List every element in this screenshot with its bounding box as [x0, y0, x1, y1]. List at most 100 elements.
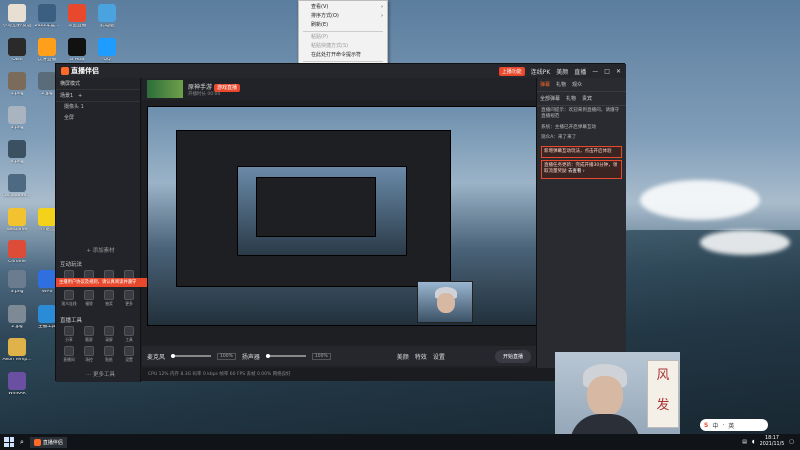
subtab-vip[interactable]: 贵宾 [582, 95, 592, 102]
windows-start-icon[interactable] [4, 437, 14, 447]
tab-scene-1[interactable]: 场景1 [60, 93, 73, 99]
desktop-icon-image [38, 270, 56, 288]
game-thumbnail[interactable] [147, 80, 183, 98]
desktop-icon-label: 58588899... [3, 194, 31, 198]
effects-button[interactable]: 特效 [415, 352, 427, 361]
subtab-gifts[interactable]: 礼物 [566, 95, 576, 102]
tool-icon [84, 326, 94, 336]
settings-button[interactable]: 设置 [433, 352, 445, 361]
source-item[interactable]: 全屏 [56, 113, 140, 124]
live-tools: 分享 截屏 录屏 工具直播间 场控 贴纸 设置 [60, 326, 138, 363]
chat-panel: 弹幕 礼物 观众 全部弹幕 礼物 贵宾 直播间提示：欢迎来到直播间，请遵守直播规… [536, 78, 626, 368]
desktop-icon[interactable]: 58588899... [2, 174, 32, 199]
tool-button[interactable]: 设置 [120, 346, 138, 363]
desktop-icon[interactable]: 小马宝丽·友谊 [2, 4, 32, 29]
task-tip[interactable]: 直播任务更新：完成开播30分钟，领取流量奖励 去查看 › [541, 159, 622, 179]
desktop-icon[interactable]: 2.jpg [2, 305, 32, 330]
app-titlebar: 直播伴侣 上播功能 连线PK 美颜 直播 — □ ✕ [56, 64, 626, 78]
desktop-icon-image [8, 372, 26, 390]
subtab-all[interactable]: 全部弹幕 [540, 95, 560, 102]
tool-button[interactable]: 观众连线 [60, 290, 78, 307]
tab-viewers[interactable]: 观众 [572, 81, 582, 88]
sogou-icon: S [704, 421, 709, 429]
ime-lang[interactable]: 英 [728, 421, 734, 430]
beauty-button[interactable]: 美颜 [397, 352, 409, 361]
desktop-icon[interactable]: 3.png [2, 106, 32, 131]
speaker-volume-slider[interactable] [265, 354, 306, 358]
context-menu-label: 在此处打开命令提示符 [311, 52, 362, 58]
mode-selector[interactable]: 横屏模式 [56, 78, 140, 90]
mic-volume-slider[interactable] [171, 354, 212, 358]
tool-button[interactable]: 抽奖 [100, 290, 118, 307]
desktop-icon-label: 此电脑 [100, 24, 114, 28]
stream-preview[interactable] [147, 106, 537, 326]
desktop-icon[interactable]: WinRAR [2, 372, 32, 397]
context-menu-item[interactable]: 在此处打开命令提示符 [299, 51, 387, 60]
context-menu-item[interactable]: 查看(V) › [299, 3, 387, 12]
desktop-icon-label: WPS [41, 290, 53, 294]
tab-gifts[interactable]: 礼物 [556, 81, 566, 88]
tool-button[interactable]: 录屏 [100, 326, 118, 343]
tool-icon [104, 326, 114, 336]
webcam-source-preview[interactable] [417, 281, 473, 323]
taskbar-app-live-companion[interactable]: 直播伴侣 [29, 436, 67, 448]
tool-label: 截屏 [85, 337, 93, 342]
notification-icon[interactable]: ▢ [789, 439, 794, 445]
desktop-icon[interactable]: 虎牙直播 [32, 38, 62, 63]
status-item[interactable]: 直播 [574, 67, 586, 76]
desktop-icon[interactable]: 4.png [2, 140, 32, 165]
network-icon[interactable]: ▤ [742, 439, 747, 445]
close-button[interactable]: ✕ [616, 68, 621, 75]
desktop-icon[interactable]: S.png [2, 270, 32, 295]
tool-button[interactable]: 直播间 [60, 346, 78, 363]
status-item[interactable]: 美颜 [556, 67, 568, 76]
maximize-button[interactable]: □ [604, 68, 610, 75]
tool-button[interactable]: 福袋 [80, 290, 98, 307]
context-menu-item[interactable]: 刷新(E) [299, 21, 387, 30]
ime-toolbar[interactable]: S 中 · 英 [700, 419, 768, 431]
desktop-icon-label: Chrome [8, 260, 26, 264]
desktop-icon-image [38, 72, 56, 90]
tool-button[interactable]: 截屏 [80, 326, 98, 343]
desktop-icon[interactable]: 此电脑 [92, 4, 122, 29]
webcam-person-face [587, 376, 623, 416]
desktop-icon-label: 4.png [10, 160, 24, 164]
tool-icon [104, 290, 114, 300]
context-menu-item[interactable]: 粘贴(P) [299, 33, 387, 42]
desktop-icon-label: YY语音 [39, 228, 55, 232]
ime-punct[interactable]: · [722, 422, 724, 429]
tool-label: 录屏 [105, 337, 113, 342]
context-menu-item[interactable]: 粘贴快捷方式(S) [299, 42, 387, 51]
status-item[interactable]: 连线PK [531, 67, 551, 76]
desktop-icon[interactable]: Chrome [2, 240, 32, 265]
search-icon[interactable]: ⌕ [20, 438, 24, 447]
feature-tip[interactable]: 新增弹幕互动玩法，点击开启体验 [541, 145, 622, 158]
desktop-icon[interactable]: 2022年度... [32, 4, 62, 29]
context-menu-item[interactable]: 排序方式(O) › [299, 12, 387, 21]
desktop-icon[interactable]: Aeon Temp... [2, 338, 32, 363]
add-scene-button[interactable]: + [78, 93, 82, 99]
tool-button[interactable]: 场控 [80, 346, 98, 363]
wallpaper-cloud [640, 180, 760, 220]
start-live-button[interactable]: 开始直播 [494, 349, 531, 363]
minimize-button[interactable]: — [592, 68, 598, 75]
desktop-icon[interactable]: G HUB [62, 38, 92, 63]
go-live-badge[interactable]: 上播功能 [498, 66, 525, 76]
tab-danmaku[interactable]: 弹幕 [540, 81, 550, 88]
tool-button[interactable]: 工具 [120, 326, 138, 343]
desktop-icon[interactable]: QQ [92, 38, 122, 63]
ime-mode[interactable]: 中 [712, 421, 718, 430]
desktop-icon[interactable]: 斗鱼直播 [62, 4, 92, 29]
desktop-icon[interactable]: 1.png [2, 72, 32, 97]
source-item[interactable]: 摄像头 1 [56, 102, 140, 113]
tool-button[interactable]: 更多 [120, 290, 138, 307]
tool-button[interactable]: 贴纸 [100, 346, 118, 363]
add-source-button[interactable]: + 添加素材 [56, 246, 141, 254]
task-tip-link[interactable]: 去查看 › [568, 169, 585, 174]
more-tools-button[interactable]: ··· 更多工具 [56, 370, 141, 378]
desktop-icon[interactable]: WeGame [2, 208, 32, 233]
tool-button[interactable]: 分享 [60, 326, 78, 343]
desktop-icon[interactable]: OBS [2, 38, 32, 63]
volume-icon[interactable]: ◖ [752, 439, 755, 445]
clock[interactable]: 18:17 2021/11/5 [760, 436, 785, 448]
